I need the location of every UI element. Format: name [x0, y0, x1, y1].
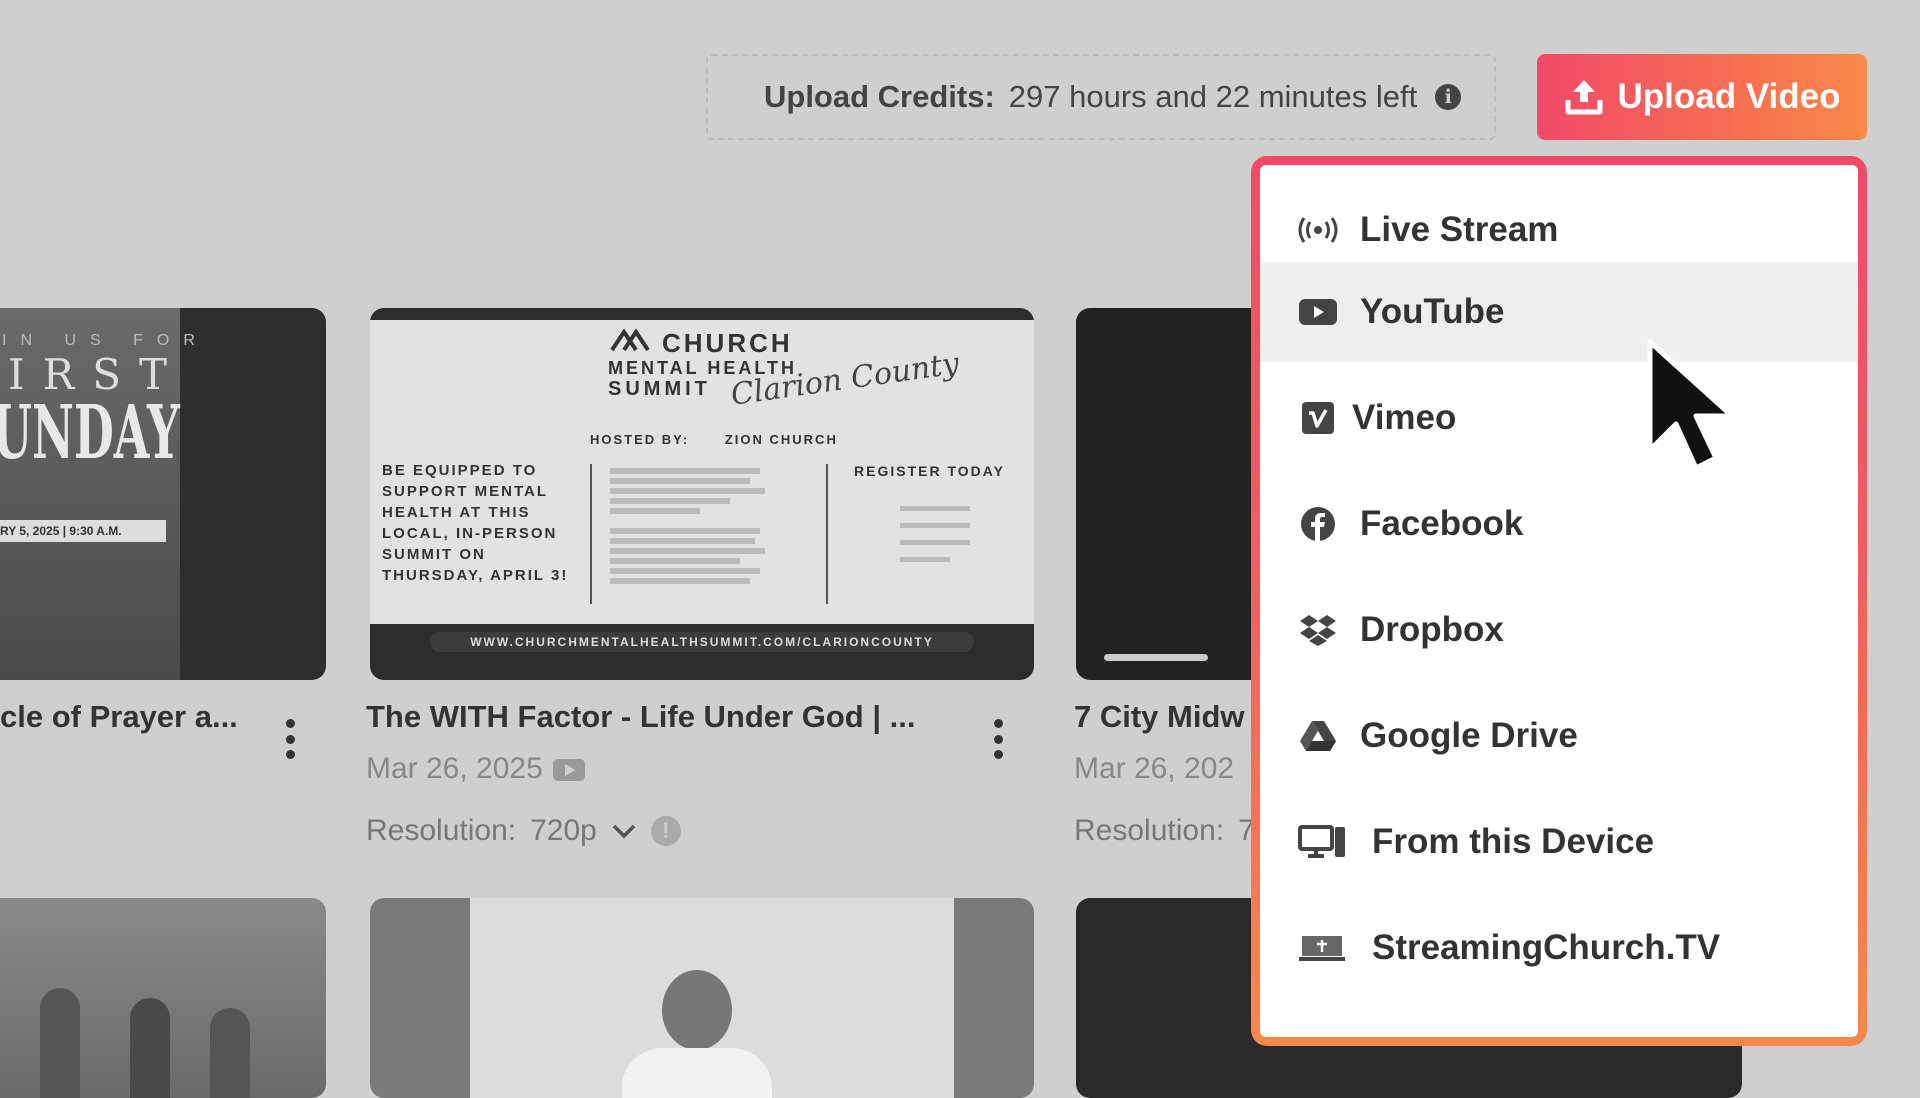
poster-host: ZION CHURCH — [724, 432, 838, 447]
video-thumbnail[interactable]: IN US FOR IRST UNDAY RY 5, 2025 | 9:30 A… — [0, 308, 326, 680]
menu-item-youtube[interactable]: YouTube — [1260, 262, 1858, 362]
video-thumbnail[interactable] — [1076, 308, 1276, 680]
upload-icon — [1565, 80, 1602, 115]
video-date: Mar 26, 2025 — [366, 752, 585, 786]
menu-item-label: YouTube — [1360, 292, 1505, 331]
vimeo-icon — [1296, 396, 1340, 440]
streamingchurch-icon — [1296, 926, 1348, 970]
video-title[interactable]: 7 City Midw — [1074, 699, 1254, 735]
video-thumbnail[interactable]: CHURCH MENTAL HEALTH SUMMIT Clarion Coun… — [370, 308, 1034, 680]
menu-item-from-device[interactable]: From this Device — [1260, 792, 1858, 892]
warning-icon[interactable]: ! — [650, 816, 681, 846]
thumbnail-text: RY 5, 2025 | 9:30 A.M. — [0, 520, 166, 542]
more-options-icon[interactable] — [992, 719, 1004, 759]
menu-item-streamingchurch[interactable]: StreamingChurch.TV — [1260, 898, 1858, 998]
menu-item-label: From this Device — [1372, 822, 1655, 861]
dropdown-panel: Live Stream YouTube Vimeo Facebook Dropb — [1260, 165, 1858, 1037]
menu-item-label: Google Drive — [1360, 716, 1578, 755]
poster-line: SUMMIT — [608, 378, 711, 400]
upload-source-dropdown: Live Stream YouTube Vimeo Facebook Dropb — [1251, 156, 1867, 1046]
info-icon[interactable]: i — [1435, 84, 1462, 110]
video-title[interactable]: cle of Prayer a... — [0, 699, 240, 735]
resolution-row: Resolution: 7 — [1074, 814, 1255, 848]
device-icon — [1296, 820, 1348, 864]
poster-hosted-label: HOSTED BY: — [590, 432, 690, 447]
video-title[interactable]: The WITH Factor - Life Under God | ... — [366, 699, 946, 735]
resolution-row: Resolution: 720p ! — [366, 814, 681, 848]
youtube-source-icon — [552, 759, 585, 782]
facebook-icon — [1296, 502, 1340, 546]
mouse-cursor-icon — [1647, 339, 1735, 471]
resolution-label: Resolution: — [366, 814, 517, 847]
menu-item-label: Dropbox — [1360, 610, 1504, 649]
menu-item-dropbox[interactable]: Dropbox — [1260, 580, 1858, 680]
menu-item-facebook[interactable]: Facebook — [1260, 474, 1858, 574]
menu-item-label: Vimeo — [1352, 398, 1457, 437]
dropbox-icon — [1296, 608, 1340, 652]
poster-left-text: BE EQUIPPED TO SUPPORT MENTAL HEALTH AT … — [382, 462, 569, 584]
live-stream-icon — [1296, 208, 1340, 252]
menu-item-vimeo[interactable]: Vimeo — [1260, 368, 1858, 468]
upload-video-button[interactable]: Upload Video — [1537, 54, 1867, 140]
poster-url: WWW.CHURCHMENTALHEALTHSUMMIT.COM/CLARION… — [430, 632, 974, 652]
video-date-text: Mar 26, 2025 — [366, 752, 543, 785]
resolution-label: Resolution: — [1074, 814, 1225, 847]
video-thumbnail[interactable] — [370, 898, 1034, 1098]
menu-item-label: Facebook — [1360, 504, 1524, 543]
chevron-down-icon[interactable] — [611, 822, 637, 840]
menu-item-label: Live Stream — [1360, 210, 1559, 249]
credits-value: 297 hours and 22 minutes left — [1008, 79, 1418, 114]
poster-brand: CHURCH — [662, 328, 793, 358]
thumbnail-text: UNDAY — [0, 390, 180, 476]
menu-item-label: StreamingChurch.TV — [1372, 928, 1721, 967]
upload-credits-box: Upload Credits: 297 hours and 22 minutes… — [706, 54, 1496, 140]
menu-item-google-drive[interactable]: Google Drive — [1260, 686, 1858, 786]
video-thumbnail[interactable] — [0, 898, 326, 1098]
upload-video-label: Upload Video — [1617, 77, 1841, 116]
video-date: Mar 26, 202 — [1074, 752, 1235, 785]
more-options-icon[interactable] — [284, 719, 296, 759]
thumbnail-text: IN US FOR — [2, 332, 209, 349]
google-drive-icon — [1296, 714, 1340, 758]
youtube-icon — [1296, 290, 1340, 334]
credits-label: Upload Credits: — [764, 79, 995, 114]
resolution-value[interactable]: 720p — [530, 814, 597, 848]
poster-register: REGISTER TODAY — [854, 463, 1005, 479]
church-logo-icon — [610, 328, 650, 352]
